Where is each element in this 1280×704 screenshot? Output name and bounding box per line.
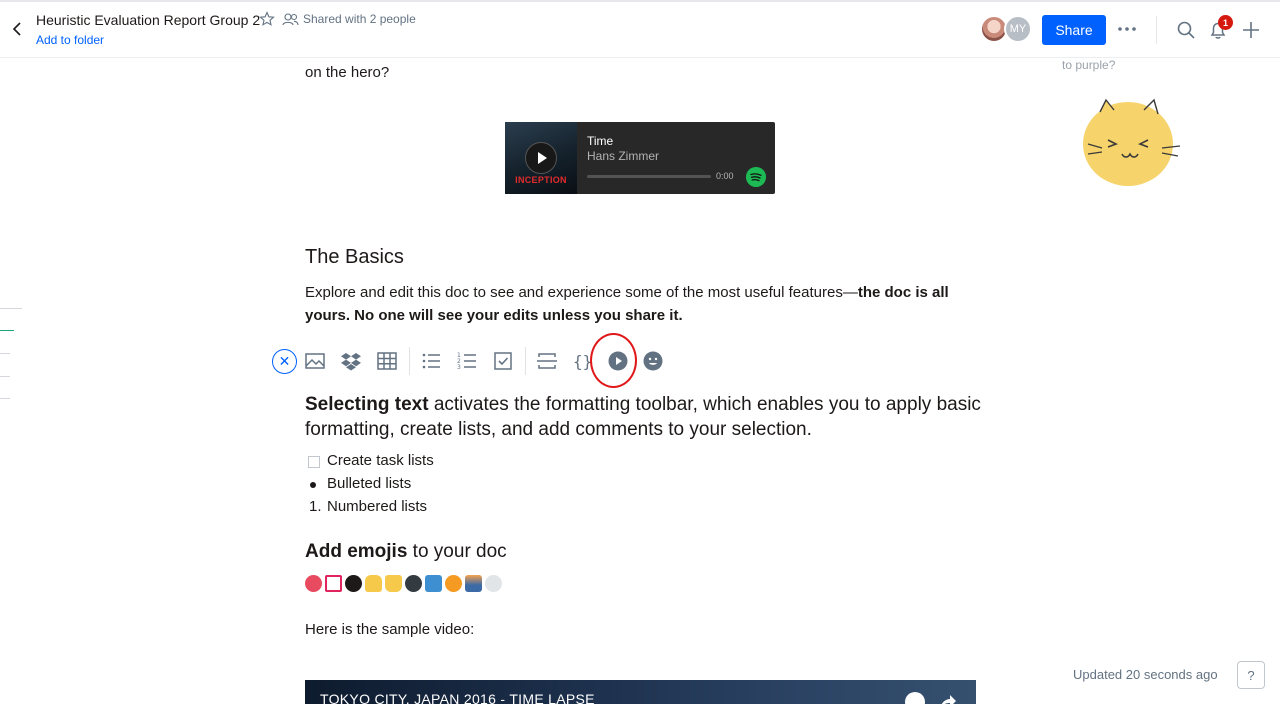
- track-time: 0:00: [716, 171, 734, 181]
- back-arrow-icon[interactable]: [11, 20, 25, 38]
- list-item-text: Create task lists: [327, 452, 434, 469]
- dropbox-icon[interactable]: [340, 350, 362, 372]
- spy-icon: [405, 575, 422, 592]
- emoji-heading: Add emojis to your doc: [305, 541, 507, 563]
- video-embed[interactable]: TOKYO CITY, JAPAN 2016 - TIME LAPSE: [305, 680, 976, 704]
- video-share-icon[interactable]: [937, 692, 957, 704]
- bullet-marker: [310, 482, 316, 488]
- hundred-icon: [325, 575, 342, 592]
- share-button[interactable]: Share: [1042, 15, 1106, 45]
- selecting-bold-text: Selecting text: [305, 394, 429, 415]
- sunrise-icon: [465, 575, 482, 592]
- checklist-icon[interactable]: [492, 350, 514, 372]
- album-art-label: INCEPTION: [515, 175, 567, 185]
- thumb-up-icon: [365, 575, 382, 592]
- outline-marker[interactable]: [0, 308, 22, 309]
- speech-balloon-icon: [485, 575, 502, 592]
- eight-ball-icon: [345, 575, 362, 592]
- last-updated-status: Updated 20 seconds ago: [1073, 667, 1218, 682]
- outline-marker-active[interactable]: [0, 330, 14, 331]
- sample-video-label: Here is the sample video:: [305, 621, 475, 638]
- shared-label: Shared with 2 people: [303, 12, 416, 26]
- video-title: TOKYO CITY, JAPAN 2016 - TIME LAPSE: [320, 691, 595, 704]
- thumb-down-icon: [385, 575, 402, 592]
- numbered-list-icon[interactable]: 123: [456, 350, 478, 372]
- play-button[interactable]: [525, 142, 557, 174]
- svg-text:3: 3: [457, 364, 461, 371]
- outline-marker[interactable]: [0, 353, 10, 354]
- number-marker: 1.: [309, 498, 322, 515]
- paragraph-cut-text: on the hero?: [305, 64, 390, 81]
- document-title[interactable]: Heuristic Evaluation Report Group 2: [36, 12, 260, 28]
- star-icon[interactable]: [259, 11, 275, 27]
- help-button[interactable]: ?: [1237, 661, 1265, 689]
- plus-icon[interactable]: [1241, 20, 1261, 40]
- shared-info[interactable]: Shared with 2 people: [282, 12, 416, 26]
- emoji-heading-text: to your doc: [407, 541, 507, 562]
- task-checkbox[interactable]: [308, 456, 320, 468]
- spotify-embed[interactable]: INCEPTION Time Hans Zimmer 0:00: [505, 122, 775, 194]
- list-item-text: Numbered lists: [327, 498, 428, 515]
- tangerine-icon: [445, 575, 462, 592]
- bulleted-list-icon[interactable]: [420, 350, 442, 372]
- watch-later-icon[interactable]: [905, 692, 925, 704]
- comment-snippet[interactable]: to purple?: [1062, 58, 1115, 72]
- user-avatar-initials[interactable]: MY: [1004, 15, 1032, 43]
- toolbar-separator: [525, 347, 526, 375]
- selecting-text-paragraph: Selecting text activates the formatting …: [305, 392, 985, 442]
- heart-arrow-icon: [305, 575, 322, 592]
- spotify-logo-icon[interactable]: [746, 167, 766, 187]
- t-shirt-icon: [425, 575, 442, 592]
- search-icon[interactable]: [1176, 20, 1196, 40]
- notification-badge: 1: [1218, 15, 1233, 30]
- outline-marker[interactable]: [0, 398, 10, 399]
- cat-illustration-icon: [1083, 98, 1181, 186]
- outline-marker[interactable]: [0, 376, 10, 377]
- play-icon: [538, 152, 547, 164]
- track-title: Time: [587, 134, 614, 148]
- close-toolbar-button[interactable]: ✕: [272, 349, 297, 374]
- album-art: INCEPTION: [505, 122, 577, 194]
- divider-icon[interactable]: [536, 350, 558, 372]
- emoji-heading-bold: Add emojis: [305, 541, 408, 562]
- table-icon[interactable]: [376, 350, 398, 372]
- highlight-annotation-circle: [590, 333, 637, 388]
- list-item-text: Bulleted lists: [327, 475, 412, 492]
- header-divider: [1156, 16, 1157, 44]
- emoji-row: [305, 575, 502, 593]
- explore-text: Explore and edit this doc to see and exp…: [305, 284, 858, 301]
- section-heading: The Basics: [305, 246, 404, 268]
- more-options-icon[interactable]: [1116, 18, 1138, 40]
- toolbar-separator: [409, 347, 410, 375]
- progress-bar[interactable]: [587, 175, 711, 178]
- track-artist: Hans Zimmer: [587, 149, 660, 163]
- emoji-icon[interactable]: [642, 350, 664, 372]
- add-to-folder-link[interactable]: Add to folder: [36, 33, 104, 47]
- explore-paragraph: Explore and edit this doc to see and exp…: [305, 281, 977, 327]
- people-icon: [282, 12, 299, 25]
- image-icon[interactable]: [304, 350, 326, 372]
